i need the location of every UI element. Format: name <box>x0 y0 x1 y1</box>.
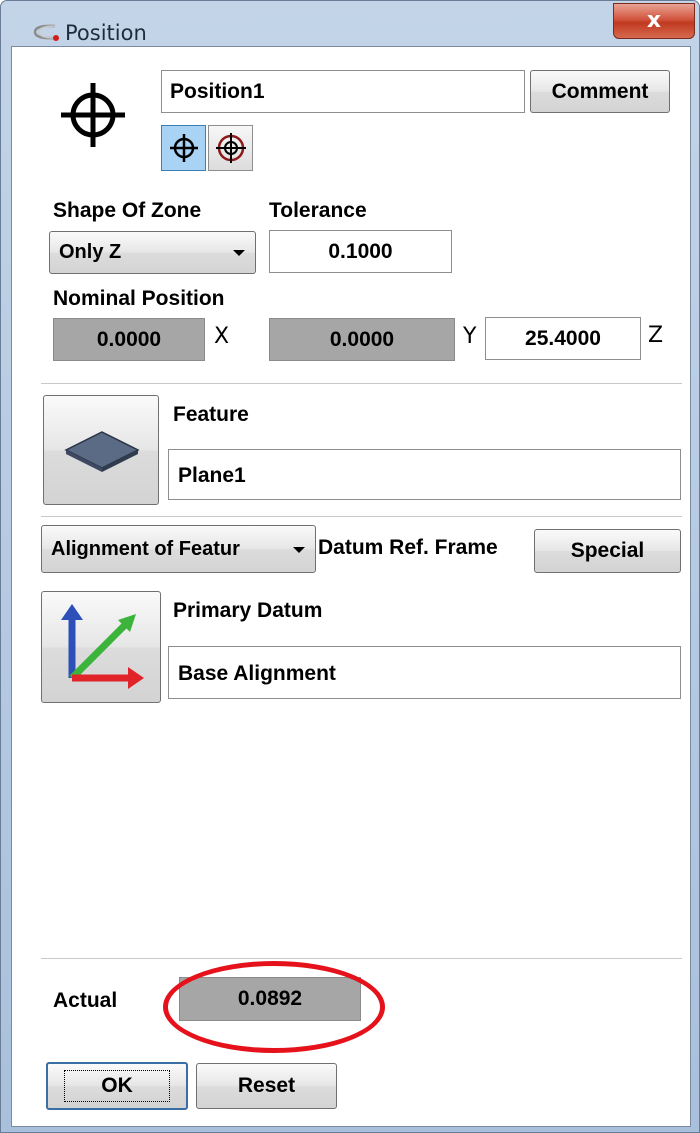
separator <box>41 383 682 385</box>
plane-icon <box>64 431 140 472</box>
alignment-value: Alignment of Featur <box>51 538 240 560</box>
nominal-z-field[interactable]: 25.4000 <box>485 317 641 360</box>
shape-of-zone-label: Shape Of Zone <box>53 199 202 222</box>
feature-label: Feature <box>173 403 249 426</box>
position-symbol-icon <box>61 83 125 147</box>
separator <box>41 958 682 960</box>
feature-select-button[interactable] <box>43 395 159 505</box>
dialog-window: Position x Position1 Comment Shape Of Zo… <box>0 0 700 1133</box>
position-mode-toggle-composite[interactable] <box>208 125 253 171</box>
primary-datum-select-button[interactable] <box>41 591 161 703</box>
shape-of-zone-value: Only Z <box>59 241 122 263</box>
highlight-annotation-circle <box>163 961 385 1053</box>
ok-button[interactable]: OK <box>46 1062 188 1110</box>
actual-label: Actual <box>53 989 118 1012</box>
position-mode-toggle-standard[interactable] <box>161 125 206 171</box>
alignment-dropdown[interactable]: Alignment of Featur <box>41 525 316 573</box>
datum-ref-frame-label: Datum Ref. Frame <box>318 536 498 559</box>
comment-button[interactable]: Comment <box>530 70 670 113</box>
chevron-down-icon <box>233 250 245 256</box>
feature-field-value: Plane1 <box>178 464 246 487</box>
nominal-z-axis-label: Z <box>648 323 664 348</box>
nominal-y-axis-label: Y <box>463 324 477 349</box>
primary-datum-field[interactable]: Base Alignment <box>168 646 681 699</box>
nominal-x-field[interactable]: 0.0000 <box>53 318 205 361</box>
name-field-value: Position1 <box>170 80 265 103</box>
position-composite-icon <box>216 133 246 163</box>
separator <box>41 516 682 518</box>
special-button[interactable]: Special <box>534 529 681 573</box>
feature-field[interactable]: Plane1 <box>168 449 681 500</box>
axes-icon <box>61 604 144 689</box>
chevron-down-icon <box>293 547 305 553</box>
nominal-x-axis-label: X <box>214 324 230 349</box>
tolerance-label: Tolerance <box>269 199 367 222</box>
position-small-icon <box>170 134 198 162</box>
tolerance-field[interactable]: 0.1000 <box>269 230 452 273</box>
primary-datum-value: Base Alignment <box>178 662 336 685</box>
nominal-position-label: Nominal Position <box>53 287 225 310</box>
ok-button-label: OK <box>64 1070 170 1102</box>
window-title: Position <box>65 21 147 45</box>
close-button[interactable]: x <box>613 3 695 39</box>
shape-of-zone-dropdown[interactable]: Only Z <box>49 231 256 274</box>
primary-datum-label: Primary Datum <box>173 599 323 622</box>
position-app-icon <box>33 24 59 41</box>
name-field[interactable]: Position1 <box>161 70 525 113</box>
nominal-y-field[interactable]: 0.0000 <box>269 318 455 361</box>
reset-button[interactable]: Reset <box>196 1063 337 1109</box>
